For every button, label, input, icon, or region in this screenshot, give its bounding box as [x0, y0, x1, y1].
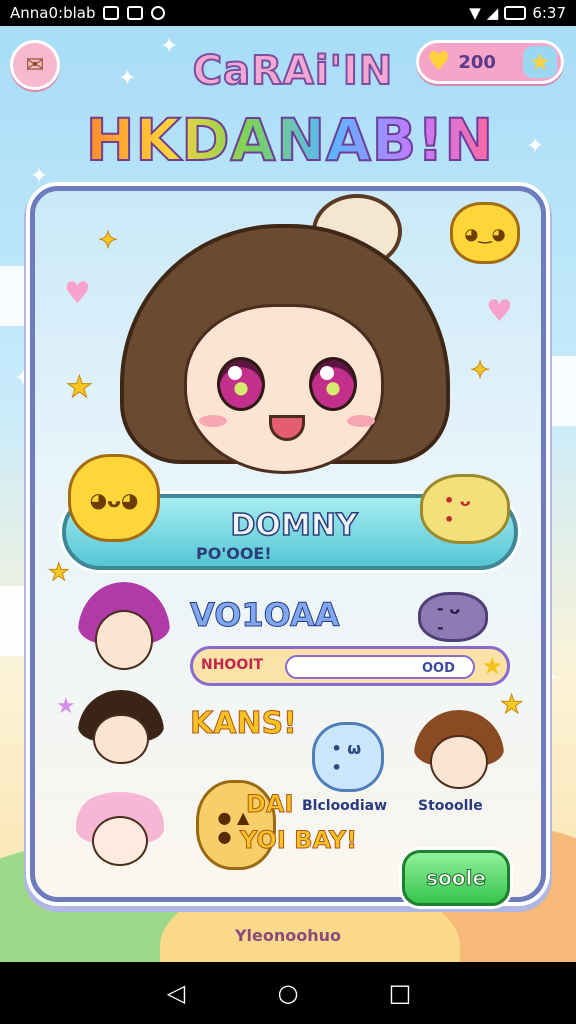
star-icon: ★	[529, 48, 551, 76]
row1-title: VO1OAA	[190, 596, 341, 635]
image-icon	[127, 6, 144, 20]
avatar-pink-cat[interactable]	[76, 792, 164, 876]
status-time: 6:37	[532, 4, 566, 22]
yellow-cat-mascot[interactable]: ◕ᴗ◕	[68, 454, 160, 542]
sparkle-icon: ✦	[118, 66, 137, 91]
progress-track: OOD	[285, 655, 475, 679]
sparkle-icon: ✦	[30, 164, 49, 189]
logo-subtitle: CaRAi'IN	[192, 47, 394, 95]
yellow-cat-mascot[interactable]: ◕‿◕	[450, 202, 520, 264]
yellow-blob-mascot[interactable]: • ᴗ •	[420, 474, 510, 544]
row2-title: KANS!	[190, 706, 298, 742]
hero-character-portrait[interactable]	[120, 184, 450, 494]
logo-text: HKDANAB!N	[85, 105, 495, 175]
pet2-label: Stooolle	[418, 798, 483, 814]
notification-icon	[103, 6, 120, 20]
mascot-face: ◕‿◕	[464, 224, 506, 244]
recent-apps-nav-icon[interactable]: □	[380, 973, 420, 1013]
sync-icon	[151, 6, 166, 20]
bottom-text-1: DAI	[245, 790, 294, 819]
character-subtitle: PO'OOE!	[196, 544, 272, 563]
star-icon: ★	[481, 652, 503, 680]
mascot-face: ◕ᴗ◕	[89, 487, 139, 512]
blue-cat-pet[interactable]: • ω •	[312, 722, 384, 792]
hero-mouth	[269, 415, 305, 441]
go-button[interactable]: soole	[402, 850, 510, 906]
star-decoration-icon: ★	[499, 690, 524, 721]
mascot-face: • ω •	[331, 739, 362, 778]
right-eye	[309, 357, 357, 411]
avatar-face	[430, 735, 488, 790]
footer-text: Yleonoohuo	[234, 926, 342, 945]
add-coins-button[interactable]: ★	[523, 46, 557, 78]
coin-value: 200	[458, 51, 496, 73]
mascot-face: - ᴗ -	[437, 598, 461, 637]
star-decoration-icon: ★	[66, 370, 94, 406]
bottom-text-2: YOI BAY!	[239, 826, 358, 855]
status-app-label: Anna0:blab	[10, 4, 96, 22]
progress-bar: NHOOIT OOD ★	[190, 646, 510, 686]
wifi-icon: ▼	[469, 4, 481, 22]
game-screen: ✦ ✦ ✦ ✦ ✦ ✦ ✉ ♥ 200 ★ CaRAi'IN HKDANAB!N…	[0, 26, 576, 962]
progress-label: NHOOIT	[201, 657, 263, 673]
back-nav-icon[interactable]: ◁	[156, 973, 196, 1013]
hero-face	[184, 304, 384, 474]
mascot-face: • ᴗ •	[444, 491, 471, 530]
progress-value: OOD	[422, 661, 455, 676]
star-decoration-icon: ★	[48, 558, 70, 587]
avatar-face	[91, 815, 149, 866]
pet1-label: Blcloodiaw	[302, 798, 388, 814]
star-decoration-icon: ✦	[97, 226, 119, 255]
coin-counter[interactable]: ♥ 200 ★	[416, 40, 564, 84]
game-logo: HKDANAB!N	[50, 105, 530, 175]
coin-icon: ♥	[427, 47, 451, 77]
avatar-face	[94, 610, 154, 670]
settings-button[interactable]: ✉	[10, 40, 60, 90]
blush	[199, 415, 227, 427]
sparkle-icon: ✦	[160, 34, 179, 59]
avatar-bear-girl[interactable]	[414, 710, 504, 800]
avatar-brown-boy[interactable]	[78, 690, 164, 774]
avatar-purple-girl[interactable]	[78, 582, 170, 682]
settings-icon: ✉	[25, 52, 45, 78]
heart-decoration-icon: ♥	[486, 294, 513, 329]
system-nav-bar: ◁ ○ □	[0, 962, 576, 1024]
blush	[347, 415, 375, 427]
home-nav-icon[interactable]: ○	[268, 973, 308, 1013]
signal-icon: ◢	[486, 4, 499, 22]
heart-decoration-icon: ♥	[64, 276, 91, 311]
battery-icon	[504, 6, 527, 20]
star-decoration-icon: ✦	[469, 356, 491, 385]
avatar-face	[93, 713, 149, 764]
left-eye	[217, 357, 265, 411]
purple-cat-mascot[interactable]: - ᴗ -	[418, 592, 488, 642]
status-bar: Anna0:blab ▼ ◢ 6:37	[0, 0, 576, 26]
sparkle-icon: ★	[56, 694, 76, 719]
